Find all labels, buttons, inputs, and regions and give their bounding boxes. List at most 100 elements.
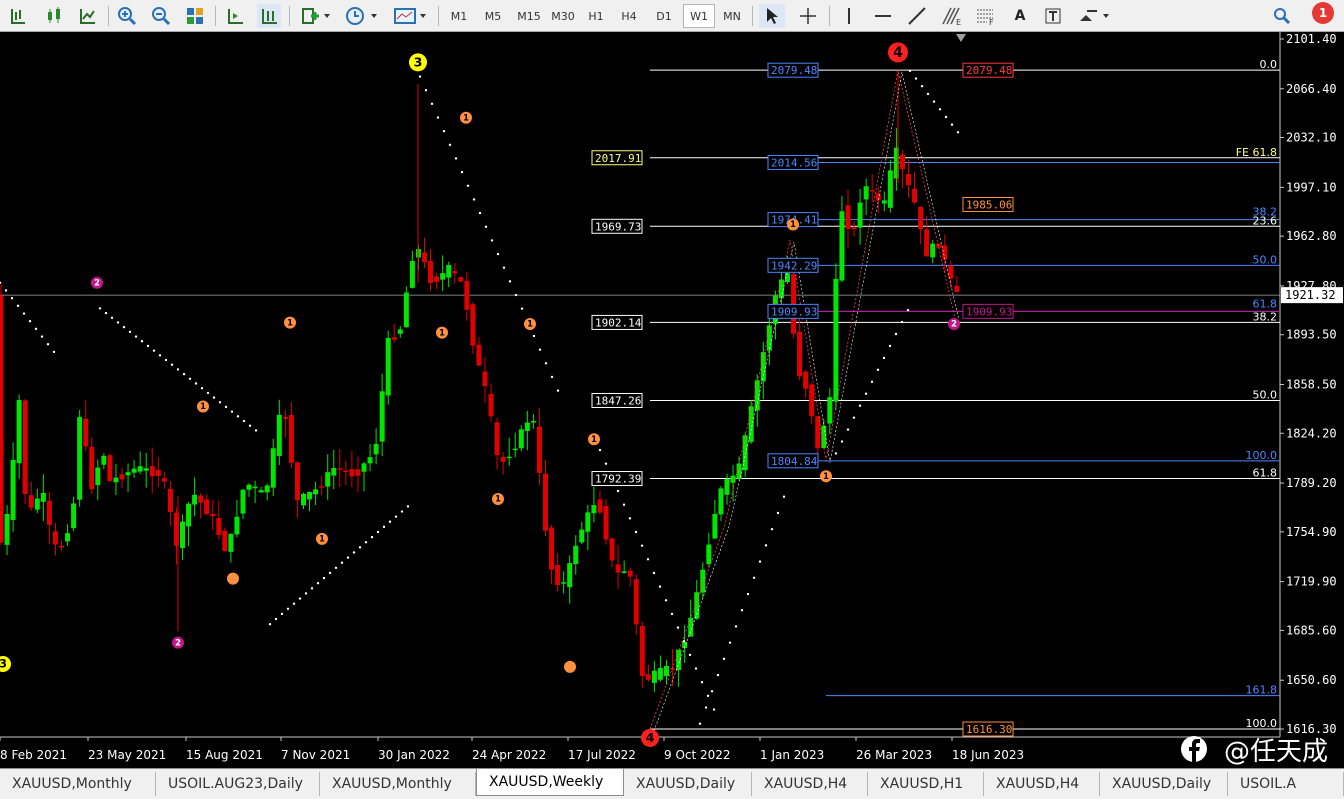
candle-body	[676, 649, 682, 671]
chart-shift-icon[interactable]	[223, 4, 247, 28]
candle-body	[264, 485, 270, 493]
auto-scroll-icon[interactable]	[257, 4, 281, 28]
candle-body	[603, 505, 609, 540]
candle-body	[301, 493, 306, 506]
candle-body	[282, 416, 288, 419]
line-chart-icon[interactable]	[76, 4, 100, 28]
candle-body	[639, 625, 645, 677]
candle-body	[331, 468, 337, 476]
sar-dot	[206, 391, 210, 395]
templates-icon[interactable]	[391, 4, 429, 28]
timeframe-m5[interactable]: M5	[478, 4, 508, 28]
candle-body	[422, 252, 427, 263]
sar-dot	[698, 722, 702, 725]
candle-body	[887, 170, 893, 208]
timeframe-mn[interactable]: MN	[717, 4, 747, 28]
zoom-in-icon[interactable]	[115, 4, 139, 28]
price-chart[interactable]: 2017.91 1969.73 1902.14 1847.26 1792.39 2079.…	[0, 32, 1344, 768]
wave-mark-circle	[227, 572, 239, 585]
tab-xauusd-daily-2[interactable]: XAUUSD,Daily	[1100, 772, 1228, 796]
fibo-blue-price-label: 2014.56	[771, 157, 817, 170]
candle-body	[500, 456, 506, 462]
time-label: 8 Feb 2021	[0, 748, 67, 762]
arrows-icon[interactable]	[1075, 4, 1113, 28]
timeframe-m1[interactable]: M1	[445, 4, 473, 28]
tab-usoil-a[interactable]: USOIL.A	[1228, 772, 1344, 796]
candle-body	[851, 227, 857, 230]
tab-usoil-aug23-daily[interactable]: USOIL.AUG23,Daily	[156, 772, 320, 796]
timeframe-h4[interactable]: H4	[615, 4, 643, 28]
horizontal-line-icon[interactable]	[871, 4, 895, 28]
sar-dot	[370, 535, 374, 539]
candle-body	[373, 443, 379, 455]
tab-xauusd-monthly[interactable]: XAUUSD,Monthly	[0, 772, 156, 796]
fibo-price-label: 1792.39	[595, 473, 641, 486]
sar-dot	[146, 344, 150, 348]
timeframe-m30[interactable]: M30	[548, 4, 578, 28]
candle-body	[28, 495, 34, 508]
sar-dot	[388, 520, 392, 523]
text-box-icon[interactable]	[1041, 4, 1065, 28]
sar-dot	[218, 401, 222, 404]
candle-body	[506, 456, 512, 459]
text-label-icon[interactable]: A	[1008, 4, 1032, 28]
sar-dot	[764, 544, 768, 547]
timeframe-w1[interactable]: W1	[683, 4, 715, 28]
price-label: 2066.40	[1286, 82, 1337, 96]
cursor-icon[interactable]	[759, 4, 785, 28]
tab-xauusd-weekly[interactable]: XAUUSD,Weekly	[476, 769, 624, 796]
tab-xauusd-monthly-2[interactable]: XAUUSD,Monthly	[320, 772, 476, 796]
fibonacci-fan-icon[interactable]: F	[973, 4, 999, 28]
candle-body	[609, 538, 615, 561]
candle-body	[349, 469, 355, 477]
candle-body	[918, 206, 924, 230]
bar-chart-icon[interactable]	[6, 4, 30, 28]
sar-dot	[310, 587, 314, 590]
price-label: 2032.10	[1286, 131, 1337, 145]
sar-dot	[116, 321, 120, 324]
crosshair-icon[interactable]	[795, 4, 821, 28]
candle-body	[409, 260, 415, 288]
timeframe-d1[interactable]: D1	[649, 4, 679, 28]
tab-xauusd-h1[interactable]: XAUUSD,H1	[868, 772, 984, 796]
sar-dot	[170, 363, 174, 366]
sar-dot	[908, 69, 912, 73]
vertical-line-icon[interactable]	[837, 4, 861, 28]
candle-body	[4, 513, 10, 545]
sar-dot	[236, 415, 240, 418]
sar-dot	[490, 239, 494, 242]
sar-dot	[640, 544, 644, 547]
sar-dot	[734, 625, 738, 628]
sar-dot	[152, 349, 156, 352]
sar-dot	[122, 325, 126, 329]
tile-windows-icon[interactable]	[183, 4, 207, 28]
facebook-logo	[1181, 736, 1207, 762]
sar-dot	[712, 708, 716, 711]
candlestick-chart-icon[interactable]	[42, 4, 66, 28]
sar-dot	[520, 307, 524, 310]
tab-xauusd-h4-2[interactable]: XAUUSD,H4	[984, 772, 1100, 796]
tab-xauusd-daily[interactable]: XAUUSD,Daily	[624, 772, 752, 796]
indicators-icon[interactable]	[297, 4, 333, 28]
sar-dot	[158, 354, 162, 357]
timeframe-m15[interactable]: M15	[512, 4, 546, 28]
sar-dot	[532, 334, 536, 338]
candle-body	[664, 665, 669, 677]
candle-body	[657, 667, 663, 680]
time-label: 9 Oct 2022	[664, 748, 731, 762]
candle-body	[440, 273, 446, 280]
zoom-out-icon[interactable]	[149, 4, 173, 28]
fibo-blue-price-label: 1942.29	[771, 259, 817, 272]
time-label: 1 Jan 2023	[760, 748, 824, 762]
notifications-badge[interactable]: 1	[1312, 2, 1334, 24]
tab-xauusd-h4[interactable]: XAUUSD,H4	[752, 772, 868, 796]
search-icon[interactable]	[1270, 4, 1294, 28]
timeframe-h1[interactable]: H1	[582, 4, 610, 28]
fibonacci-expansion-icon[interactable]: E	[939, 4, 965, 28]
trendline-icon[interactable]	[905, 4, 929, 28]
sar-dot	[782, 495, 786, 498]
fibo-price-label: 1902.14	[595, 316, 642, 329]
watermark: @任天成	[1224, 737, 1328, 767]
candle-body	[621, 571, 627, 573]
periods-icon[interactable]	[343, 4, 381, 28]
